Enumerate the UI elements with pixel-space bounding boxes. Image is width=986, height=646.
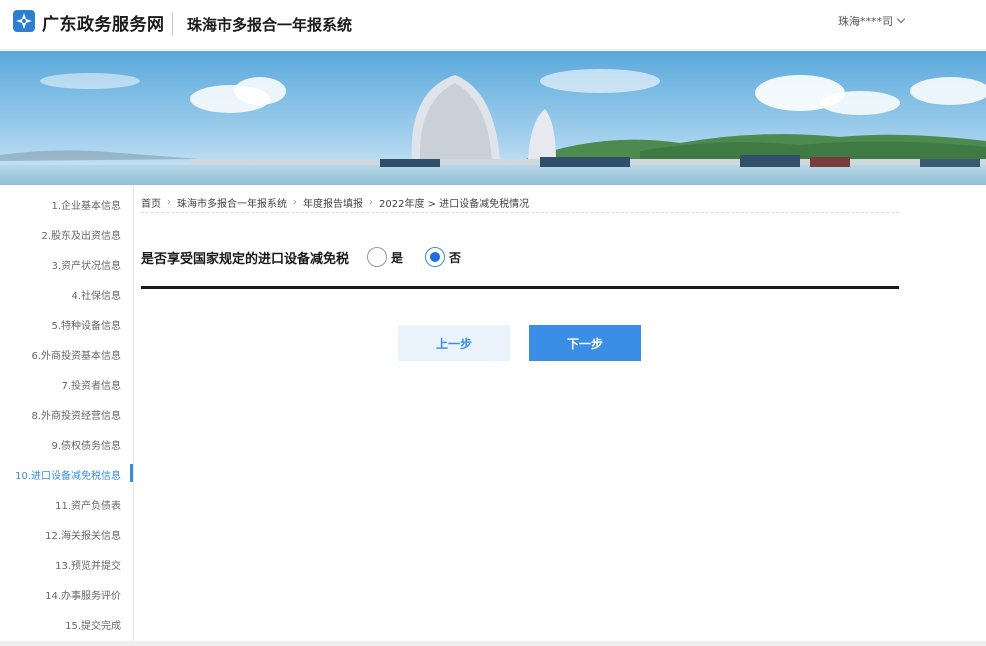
section-divider (141, 286, 899, 289)
breadcrumb-current: 2022年度 > 进口设备减免税情况 (379, 199, 530, 210)
active-step-indicator (130, 464, 133, 482)
sidebar-step-6[interactable]: 6.外商投资基本信息 (31, 347, 121, 362)
user-menu[interactable]: 珠海****司 (838, 13, 906, 29)
breadcrumb-fill[interactable]: 年度报告填报 (303, 195, 363, 210)
question-label: 是否享受国家规定的进口设备减免税 (141, 251, 350, 267)
gov-logo-icon (13, 10, 35, 32)
system-title: 珠海市多报合一年报系统 (187, 16, 353, 34)
radio-yes-circle[interactable] (367, 247, 388, 267)
radio-no-circle[interactable] (425, 247, 446, 267)
breadcrumb-separator-icon: › (293, 197, 297, 208)
radio-yes-label: 是 (391, 250, 404, 265)
next-step-button[interactable]: 下一步 (529, 325, 641, 361)
sidebar-step-11[interactable]: 11.资产负债表 (55, 497, 121, 512)
radio-no-label: 否 (449, 250, 462, 265)
prev-step-button[interactable]: 上一步 (398, 325, 510, 361)
sidebar-step-4[interactable]: 4.社保信息 (71, 287, 121, 302)
breadcrumb-system[interactable]: 珠海市多报合一年报系统 (177, 195, 287, 210)
step-sidebar: 1.企业基本信息 2.股东及出资信息 3.资产状况信息 4.社保信息 5.特种设备信息 6… (0, 185, 134, 643)
sidebar-step-1[interactable]: 1.企业基本信息 (51, 197, 121, 212)
sidebar-step-13[interactable]: 13.预览并提交 (55, 557, 121, 572)
radio-option-no[interactable]: 否 (425, 247, 461, 267)
top-header: 广东政务服务网 珠海市多报合一年报系统 珠海****司 (0, 0, 986, 50)
sidebar-step-10[interactable]: 10.进口设备减免税信息 (15, 467, 121, 482)
city-banner-image (0, 51, 986, 185)
radio-option-yes[interactable]: 是 (367, 247, 403, 267)
breadcrumb-separator-icon: › (369, 197, 373, 208)
sidebar-step-12[interactable]: 12.海关报关信息 (45, 527, 121, 542)
sidebar-step-2[interactable]: 2.股东及出资信息 (41, 227, 121, 242)
chevron-down-icon (896, 14, 906, 24)
sidebar-step-15[interactable]: 15.提交完成 (65, 617, 121, 632)
user-name: 珠海****司 (838, 15, 893, 28)
sidebar-step-5[interactable]: 5.特种设备信息 (51, 317, 121, 332)
breadcrumb-home[interactable]: 首页 (141, 195, 161, 210)
sidebar-step-14[interactable]: 14.办事服务评价 (45, 587, 121, 602)
sidebar-step-9[interactable]: 9.债权债务信息 (51, 437, 121, 452)
sidebar-step-8[interactable]: 8.外商投资经营信息 (31, 407, 121, 422)
footer-strip (0, 641, 986, 646)
breadcrumb-separator-icon: › (167, 197, 171, 208)
tax-exemption-question: 是否享受国家规定的进口设备减免税 是 否 (141, 246, 461, 268)
sidebar-step-3[interactable]: 3.资产状况信息 (51, 257, 121, 272)
portal-logo-text[interactable]: 广东政务服务网 (42, 10, 165, 35)
header-divider (172, 12, 173, 36)
breadcrumb: 首页 › 珠海市多报合一年报系统 › 年度报告填报 › 2022年度 > 进口设… (141, 193, 899, 213)
sidebar-step-7[interactable]: 7.投资者信息 (61, 377, 121, 392)
